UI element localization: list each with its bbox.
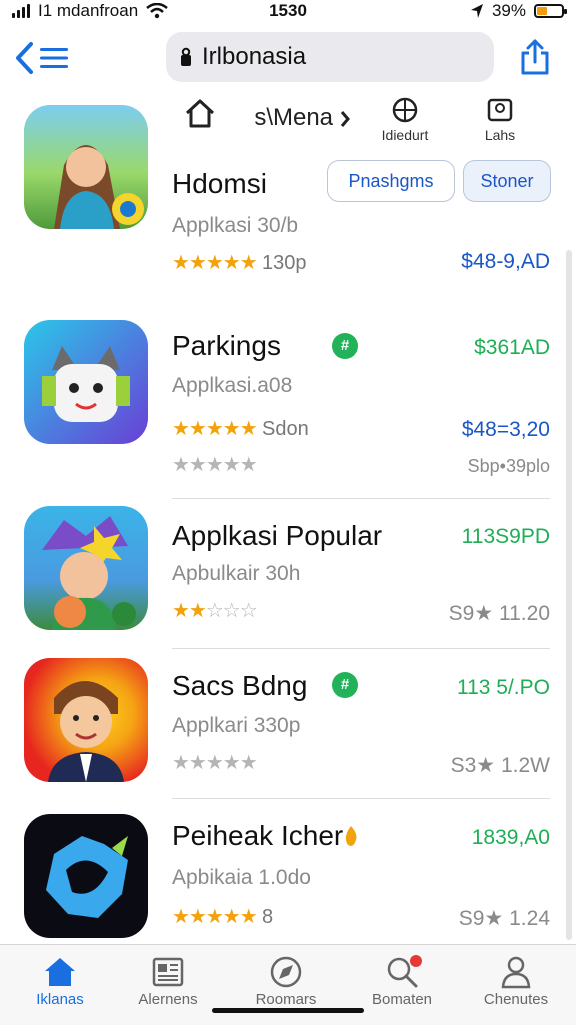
app-icon [24,658,148,782]
home-icon [185,99,215,128]
tab-home[interactable]: Iklanas [10,953,110,1008]
app-artwork [46,836,128,918]
menu-icon [40,48,68,68]
app-subtitle: Applkari 330p [172,714,301,737]
arrow-icon [340,110,350,127]
app-price-extra: Sbp•39plo [467,456,550,476]
globe-icon [392,97,418,123]
rating-stars: ★★★★★ [172,752,258,774]
app-meta: 130p [262,252,307,274]
tab-label: Roomars [255,991,317,1008]
verified-badge-icon: # [332,333,358,359]
rating-stars-secondary: ★★★★★ [172,454,258,476]
app-meta: Sdon [262,418,309,440]
battery-icon [534,4,567,18]
tab-label: Chenutes [483,991,549,1008]
app-price: 1839,A0 [471,826,550,849]
app-icon [24,105,148,229]
compass-icon [270,956,302,988]
category-globe[interactable]: Idiedurt [370,96,440,143]
tab-label: Iklanas [36,991,84,1008]
app-title: Hdomsi [172,168,267,199]
app-subtitle: Apbulkair 30h [172,562,301,585]
chevron-left-icon [16,42,33,74]
rating-stars: ★★★★★ [172,418,258,440]
app-title: Sacs Bdng [172,670,308,701]
app-title: Applkasi Popular [172,520,383,551]
category-row: s\Mena Idiedurt Lahs [170,96,550,156]
verified-badge-icon: # [332,672,358,698]
status-bar: I1 mdanfroan 1530 39% [0,0,576,24]
rating-stars: ★★★★★ [172,252,258,274]
divider [172,648,550,649]
app-icon [24,320,148,444]
category-label: s\Mena [254,104,334,131]
flame-icon [346,826,357,846]
status-right: 39% [470,0,567,22]
camera-icon [487,98,513,122]
tab-compass[interactable]: Roomars [236,953,336,1008]
rating-stars: ★★★★★ [172,906,258,928]
category-camera[interactable]: Lahs [470,96,530,143]
lock-icon [181,47,191,66]
back-menu-button[interactable] [14,40,74,76]
divider [172,498,550,499]
category-label: Lahs [484,127,516,143]
app-price: 113S9PD [461,525,550,548]
app-artwork [54,145,144,229]
tab-profile[interactable]: Chenutes [466,953,566,1008]
nav-bar [0,28,576,88]
search-input[interactable] [200,42,484,72]
app-title: Parkings [172,330,281,361]
app-title-text: Peiheak Icher [172,820,344,851]
app-price-secondary: $48=3,20 [461,418,550,441]
tab-label: Alernens [138,991,198,1008]
app-meta: 8 [262,906,274,928]
app-title: Peiheak Icher [172,820,359,852]
tab-search[interactable]: Bomaten [352,953,452,1008]
app-artwork [48,681,124,782]
category-home[interactable] [180,96,220,133]
app-artwork [42,516,136,630]
person-icon [501,956,531,989]
app-price: 113 5/.PO [456,676,550,699]
app-icon [24,506,148,630]
rating-stars: ★★☆☆☆ [172,600,258,622]
primary-action-button[interactable]: Pnashgms [327,160,455,202]
tab-label: Bomaten [371,991,433,1008]
app-price-secondary: S3★ 1.2W [450,754,550,777]
app-icon [24,814,148,938]
app-subtitle: Applkasi.a08 [172,374,293,397]
tab-news[interactable]: Alernens [118,953,218,1008]
share-icon[interactable] [518,38,552,76]
app-subtitle: Applkasi 30/b [172,214,299,237]
app-price-secondary: S9★ 11.20 [448,602,550,625]
battery-percent: 39% [491,1,526,20]
category-label: Idiedurt [381,127,429,143]
news-icon [152,957,184,987]
app-price-secondary: S9★ 1.24 [458,907,550,930]
home-icon [45,958,75,986]
app-price: $361AD [474,336,550,359]
home-indicator [212,1008,364,1013]
scrollbar[interactable] [566,250,572,940]
app-price: $48-9,AD [461,250,550,273]
app-artwork [42,346,130,422]
notification-dot [410,955,422,967]
search-bar[interactable] [166,32,494,82]
app-subtitle: Apbikaia 1.0do [172,866,311,889]
category-menu[interactable]: s\Mena [252,104,352,132]
divider [172,798,550,799]
location-icon [470,4,483,18]
secondary-action-button[interactable]: Stoner [463,160,551,202]
